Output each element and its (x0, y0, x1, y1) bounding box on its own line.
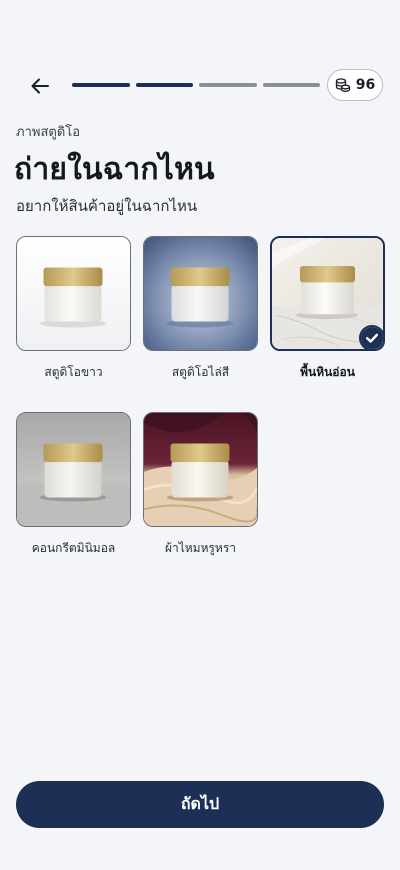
scene-label: คอนกรีตมินิมอล (31, 541, 116, 555)
progress-segment (135, 83, 193, 87)
credits-count: 96 (355, 77, 376, 93)
jar-silk-image (144, 413, 257, 526)
scene-thumbnail[interactable] (16, 412, 131, 527)
credits-badge[interactable]: 96 (327, 69, 383, 101)
scene-option-gradient-studio[interactable]: สตูดิโอไล่สี (143, 236, 258, 382)
scene-label: พื้นหินอ่อน (300, 365, 355, 379)
scene-option-white-studio[interactable]: สตูดิโอขาว (16, 236, 131, 382)
scene-thumbnail[interactable] (16, 236, 131, 351)
scene-label: ผ้าไหมหรูหรา (164, 541, 237, 555)
scene-label: สตูดิโอไล่สี (171, 365, 230, 379)
progress-segment (262, 83, 320, 87)
coins-icon (335, 78, 350, 92)
selected-check-icon (359, 325, 383, 349)
arrow-left-icon (31, 78, 49, 94)
jar-concrete-image (17, 413, 130, 526)
scene-thumbnail[interactable] (143, 412, 258, 527)
back-button[interactable] (26, 72, 54, 100)
section-eyebrow: ภาพสตูดิโอ (16, 125, 81, 140)
page-title: ถ่ายในฉากไหน (14, 152, 215, 187)
scene-option-concrete[interactable]: คอนกรีตมินิมอล (16, 412, 131, 558)
jar-gradient-studio-image (144, 237, 257, 350)
progress-bar (72, 83, 320, 88)
next-button[interactable]: ถัดไป (16, 781, 384, 828)
scene-option-silk[interactable]: ผ้าไหมหรูหรา (143, 412, 258, 558)
scene-thumbnail[interactable] (143, 236, 258, 351)
scene-thumbnail[interactable] (270, 236, 385, 351)
progress-segment (199, 83, 257, 87)
scene-option-marble[interactable]: พื้นหินอ่อน (270, 236, 385, 382)
top-bar: 96 (0, 68, 400, 104)
scene-label: สตูดิโอขาว (44, 365, 103, 379)
page-subtitle: อยากให้สินค้าอยู่ในฉากไหน (16, 197, 198, 215)
jar-white-studio-image (17, 237, 130, 350)
progress-segment (72, 83, 130, 87)
